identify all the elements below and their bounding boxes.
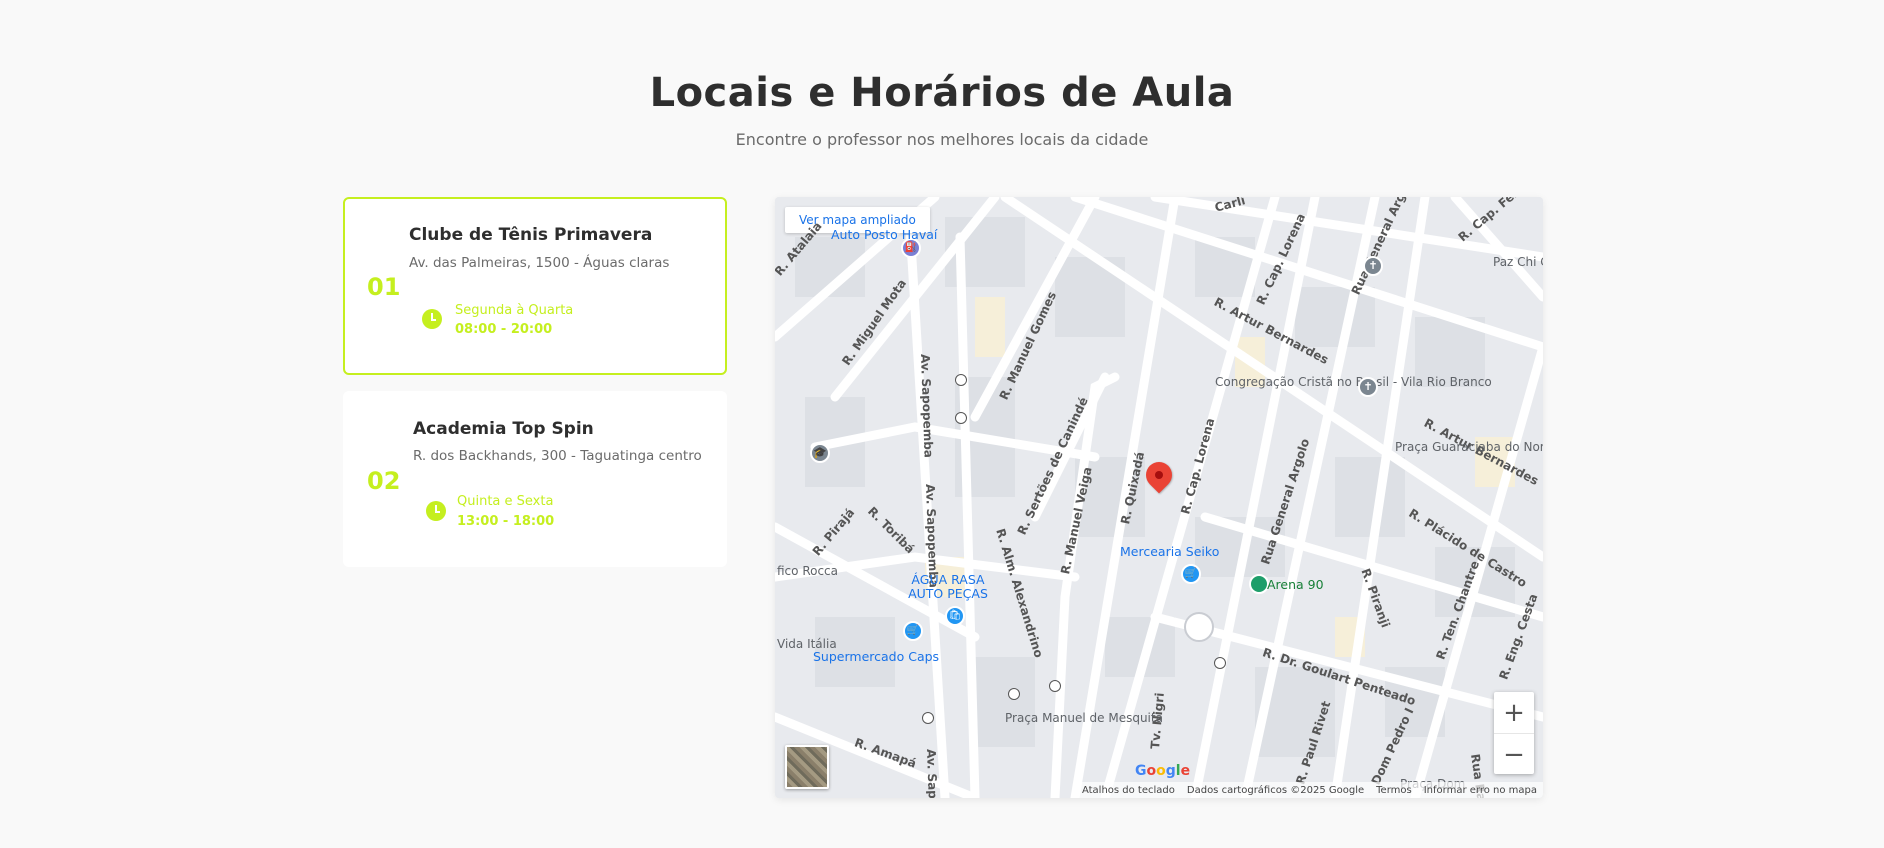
poi-label[interactable]: Mercearia Seiko xyxy=(1120,545,1219,559)
cart-icon[interactable]: 🛒 xyxy=(1181,564,1201,584)
poi-label[interactable]: Supermercado Caps xyxy=(813,650,939,664)
clock-icon xyxy=(422,309,442,329)
schedule-hours: 08:00 - 20:00 xyxy=(455,322,553,337)
location-address: Av. das Palmeiras, 1500 - Águas claras xyxy=(409,255,670,271)
map-embed[interactable]: Ver mapa ampliado R. Atalaia R. Miguel M… xyxy=(775,197,1543,798)
zoom-in-button[interactable]: + xyxy=(1494,692,1534,734)
location-name: Clube de Tênis Primavera xyxy=(409,225,653,245)
clock-icon xyxy=(426,501,446,521)
bus-stop-icon xyxy=(955,374,967,386)
zoom-out-button[interactable]: − xyxy=(1494,734,1534,775)
place-label: Vida Itália xyxy=(777,637,837,651)
terms-link[interactable]: Termos xyxy=(1376,785,1412,796)
street-label: Av. Sapop xyxy=(924,748,941,798)
poi-label[interactable]: ÁGUA RASA AUTO PEÇAS xyxy=(903,573,993,601)
location-address: R. dos Backhands, 300 - Taguatinga centr… xyxy=(413,448,702,464)
church-icon[interactable]: ✝ xyxy=(1363,256,1383,276)
page-subtitle: Encontre o professor nos melhores locais… xyxy=(735,130,1149,149)
location-icon[interactable] xyxy=(1249,574,1269,594)
location-number: 02 xyxy=(367,467,401,495)
location-name: Academia Top Spin xyxy=(413,419,594,439)
location-card[interactable]: 02 Academia Top Spin R. dos Backhands, 3… xyxy=(343,391,727,567)
place-label: Congregação Cristã no Brasil - Vila Rio … xyxy=(1215,375,1492,389)
place-label: Praça Manuel de Mesquita xyxy=(1005,711,1163,725)
poi-label[interactable]: Auto Posto Havaí xyxy=(831,228,937,242)
location-number: 01 xyxy=(367,273,401,301)
church-icon[interactable]: ✝ xyxy=(1358,377,1378,397)
schedule-days: Segunda à Quarta xyxy=(455,303,574,318)
poi-label[interactable]: Arena 90 xyxy=(1267,577,1324,592)
place-label: Paz Chi Campus xyxy=(1493,255,1543,269)
keyboard-shortcuts-link[interactable]: Atalhos do teclado xyxy=(1082,785,1175,796)
bus-stop-icon xyxy=(1008,688,1020,700)
bus-stop-icon xyxy=(955,412,967,424)
bus-stop-icon xyxy=(922,712,934,724)
bus-stop-icon xyxy=(1214,657,1226,669)
bus-stop-icon xyxy=(1049,680,1061,692)
schedule-days: Quinta e Sexta xyxy=(457,494,554,509)
zoom-control: + − xyxy=(1494,692,1534,774)
school-icon[interactable]: 🎓 xyxy=(810,443,830,463)
cart-icon[interactable]: 🛒 xyxy=(903,621,923,641)
map-attribution: Atalhos do teclado Dados cartográficos ©… xyxy=(1075,782,1543,798)
location-card[interactable]: 01 Clube de Tênis Primavera Av. das Palm… xyxy=(343,197,727,375)
map-data-text: Dados cartográficos ©2025 Google xyxy=(1186,784,1365,796)
report-error-link[interactable]: Informar erro no mapa xyxy=(1424,785,1537,796)
shopping-icon[interactable]: 🛍 xyxy=(945,606,965,626)
page-title: Locais e Horários de Aula xyxy=(649,70,1235,116)
schedule-hours: 13:00 - 18:00 xyxy=(457,514,555,529)
google-logo: Google xyxy=(1135,763,1191,779)
map-type-thumbnail[interactable] xyxy=(785,745,829,789)
place-label: Praça Guaraciaba do Norte xyxy=(1395,440,1543,454)
place-label: fico Rocca xyxy=(777,564,839,578)
